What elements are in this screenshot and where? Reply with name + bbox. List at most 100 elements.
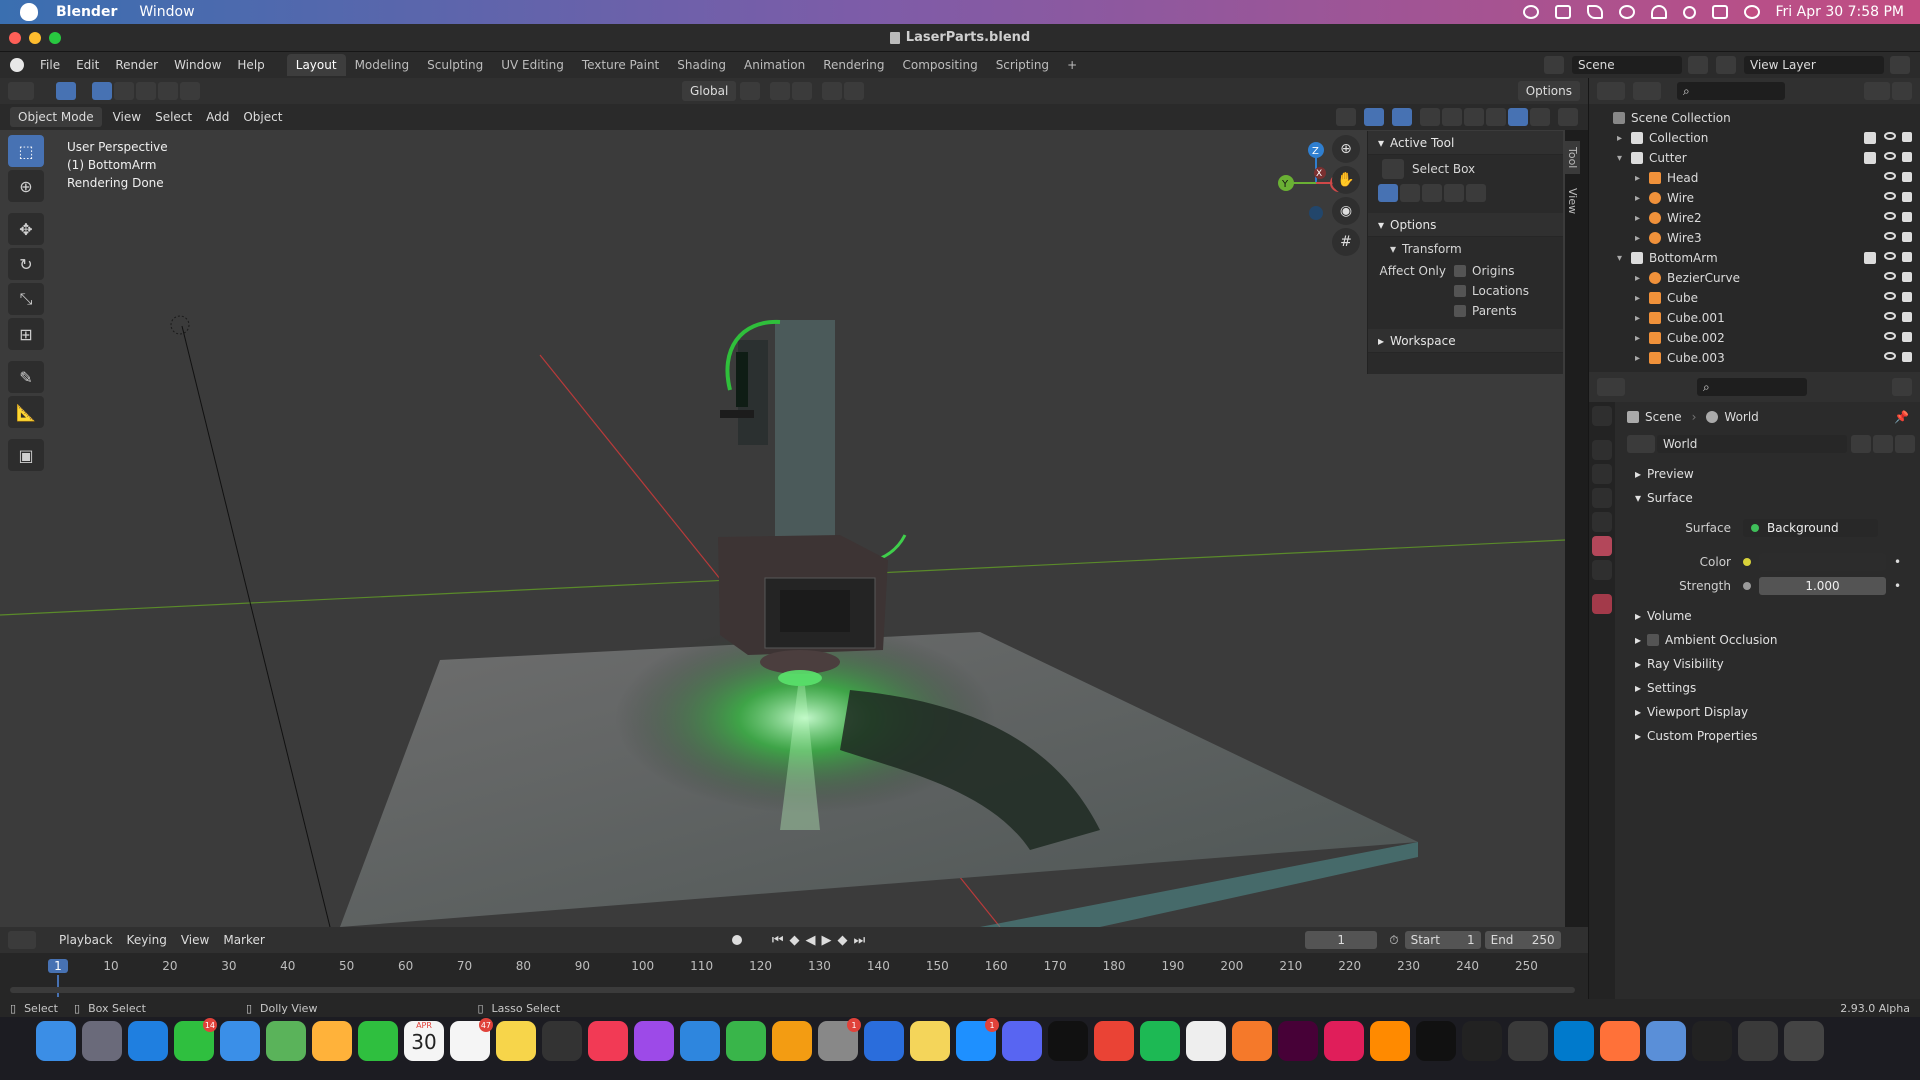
camera-icon[interactable] bbox=[1901, 312, 1912, 322]
workspace-tab-layout[interactable]: Layout bbox=[286, 54, 346, 76]
select-mode-invert-icon[interactable] bbox=[158, 82, 178, 100]
add-workspace-button[interactable]: + bbox=[1058, 54, 1086, 76]
scene-selector-icon[interactable] bbox=[1544, 56, 1564, 74]
jump-end-icon[interactable]: ⏭ bbox=[854, 933, 866, 948]
keyframe-dot-icon[interactable]: • bbox=[1894, 579, 1901, 593]
workspace-tab-animation[interactable]: Animation bbox=[735, 54, 814, 76]
menu-edit[interactable]: Edit bbox=[68, 58, 107, 72]
eye-icon[interactable] bbox=[1884, 152, 1896, 160]
rotate-tool-icon[interactable]: ↻ bbox=[8, 248, 44, 280]
color-swatch[interactable] bbox=[1759, 553, 1886, 571]
dock-app-adobe-xd-icon[interactable] bbox=[1278, 1021, 1318, 1061]
editor-type-icon[interactable] bbox=[8, 82, 34, 100]
outliner-editor-type-icon[interactable] bbox=[1597, 82, 1625, 100]
overlay-toggle-icon[interactable] bbox=[1392, 108, 1412, 126]
expand-arrow-icon[interactable]: ▸ bbox=[1635, 313, 1649, 324]
expand-arrow-icon[interactable]: ▸ bbox=[1635, 293, 1649, 304]
dock-app-launchpad-icon[interactable] bbox=[82, 1021, 122, 1061]
timeline-menu-playback[interactable]: Playback bbox=[52, 930, 120, 950]
transform-tool-icon[interactable]: ⊞ bbox=[8, 318, 44, 350]
dock-app-intellij-icon[interactable] bbox=[1416, 1021, 1456, 1061]
properties-options-icon[interactable] bbox=[1892, 378, 1912, 396]
timeline-ruler[interactable]: 1 10 20 30 40 50 60 70 80 90 100 110 120 130 140 150 160… bbox=[0, 953, 1588, 999]
current-frame-field[interactable]: 1 bbox=[1305, 931, 1378, 949]
mode-set-icon[interactable] bbox=[1378, 184, 1398, 202]
surface-shader-field[interactable]: Background bbox=[1743, 519, 1878, 537]
pin-icon[interactable]: 📌 bbox=[1894, 410, 1909, 424]
eye-icon[interactable] bbox=[1884, 352, 1896, 360]
camera-icon[interactable] bbox=[1901, 292, 1912, 302]
workspace-tab-sculpting[interactable]: Sculpting bbox=[418, 54, 492, 76]
dock-app-notes-icon[interactable] bbox=[496, 1021, 536, 1061]
outliner-row-scene-collection[interactable]: Scene Collection bbox=[1589, 108, 1920, 128]
select-box-tool-icon[interactable]: ⬚ bbox=[8, 135, 44, 167]
transform-orientation-dropdown[interactable]: Global bbox=[682, 81, 737, 101]
prev-keyframe-icon[interactable]: ◆ bbox=[790, 933, 800, 948]
measure-tool-icon[interactable]: 📐 bbox=[8, 396, 44, 428]
dock-app-finder-icon[interactable] bbox=[36, 1021, 76, 1061]
workspace-tab-scripting[interactable]: Scripting bbox=[987, 54, 1058, 76]
dock-app-terminal-icon[interactable] bbox=[1048, 1021, 1088, 1061]
camera-icon[interactable] bbox=[1901, 272, 1912, 282]
section-ambient-occlusion[interactable]: ▸ Ambient Occlusion bbox=[1623, 628, 1919, 652]
pivot-point-icon[interactable] bbox=[740, 82, 761, 100]
collapse-arrow-icon[interactable]: ▾ bbox=[1617, 253, 1631, 264]
outliner-row[interactable]: ▾ Cutter bbox=[1589, 148, 1920, 168]
parents-checkbox[interactable] bbox=[1454, 305, 1466, 317]
menu-window[interactable]: Window bbox=[166, 58, 229, 72]
viewport-menu-view[interactable]: View bbox=[106, 107, 148, 127]
move-tool-icon[interactable]: ✥ bbox=[8, 213, 44, 245]
viewport-menu-object[interactable]: Object bbox=[236, 107, 289, 127]
viewport-menu-select[interactable]: Select bbox=[148, 107, 199, 127]
camera-icon[interactable] bbox=[1901, 172, 1912, 182]
outliner-row[interactable]: ▸ BezierCurve bbox=[1589, 268, 1920, 288]
creative-cloud-icon[interactable] bbox=[1522, 5, 1539, 19]
dock-app-trash-icon[interactable] bbox=[1784, 1021, 1824, 1061]
exclude-checkbox[interactable] bbox=[1864, 152, 1876, 164]
active-tool-header[interactable]: ▾ Active Tool bbox=[1368, 131, 1563, 155]
transform-subheader[interactable]: ▾ Transform bbox=[1368, 237, 1563, 261]
outliner-row[interactable]: ▾ BottomArm bbox=[1589, 248, 1920, 268]
properties-editor-type-icon[interactable] bbox=[1597, 378, 1625, 396]
options-dropdown[interactable]: Options bbox=[1517, 81, 1580, 101]
section-custom-properties[interactable]: ▸ Custom Properties bbox=[1623, 724, 1919, 748]
view-layer-selector-icon[interactable] bbox=[1716, 56, 1736, 74]
outliner-search-input[interactable]: ⌕ bbox=[1677, 82, 1785, 100]
timeline-menu-keying[interactable]: Keying bbox=[120, 930, 174, 950]
dock-app-messages-icon[interactable]: 14 bbox=[174, 1018, 217, 1061]
section-settings[interactable]: ▸ Settings bbox=[1623, 676, 1919, 700]
eye-icon[interactable] bbox=[1884, 332, 1896, 340]
dock-app-system-preferences-icon[interactable]: 1 bbox=[818, 1018, 861, 1061]
expand-arrow-icon[interactable]: ▸ bbox=[1635, 273, 1649, 284]
snap-toggle-icon[interactable] bbox=[770, 82, 791, 100]
menu-help[interactable]: Help bbox=[229, 58, 272, 72]
dock-app-mail-icon[interactable] bbox=[220, 1021, 260, 1061]
mode-extend-icon[interactable] bbox=[1400, 184, 1420, 202]
scene-tab-icon[interactable] bbox=[1592, 512, 1612, 532]
rendered-shading-icon[interactable] bbox=[1508, 108, 1528, 126]
outliner-row[interactable]: ▸ Wire bbox=[1589, 188, 1920, 208]
sidebar-tab-view[interactable]: View bbox=[1565, 182, 1580, 220]
add-cube-tool-icon[interactable]: ▣ bbox=[8, 439, 44, 471]
breadcrumb-scene[interactable]: Scene bbox=[1645, 410, 1682, 424]
new-scene-icon[interactable] bbox=[1688, 56, 1708, 74]
outliner-row[interactable]: ▸ Collection bbox=[1589, 128, 1920, 148]
dock-app-facetime-icon[interactable] bbox=[358, 1021, 398, 1061]
view-layer-tab-icon[interactable] bbox=[1592, 488, 1612, 508]
dock-app-keynote-icon[interactable] bbox=[680, 1021, 720, 1061]
apple-logo-icon[interactable] bbox=[20, 3, 38, 21]
app-menu-blender[interactable]: Blender bbox=[56, 4, 117, 20]
outliner-row[interactable]: ▸ Cube bbox=[1589, 288, 1920, 308]
timeline-menu-marker[interactable]: Marker bbox=[216, 930, 271, 950]
shading-options-icon[interactable] bbox=[1530, 108, 1550, 126]
expand-arrow-icon[interactable]: ▸ bbox=[1617, 133, 1631, 144]
camera-icon[interactable] bbox=[1901, 212, 1912, 222]
timeline-scrollbar[interactable] bbox=[10, 987, 1575, 993]
eye-icon[interactable] bbox=[1884, 172, 1896, 180]
world-browse-icon[interactable] bbox=[1627, 435, 1655, 453]
record-icon[interactable] bbox=[731, 935, 742, 945]
search-icon[interactable] bbox=[1682, 5, 1696, 19]
workspace-tab-texture-paint[interactable]: Texture Paint bbox=[573, 54, 668, 76]
section-volume[interactable]: ▸ Volume bbox=[1623, 604, 1919, 628]
eye-icon[interactable] bbox=[1884, 192, 1896, 200]
